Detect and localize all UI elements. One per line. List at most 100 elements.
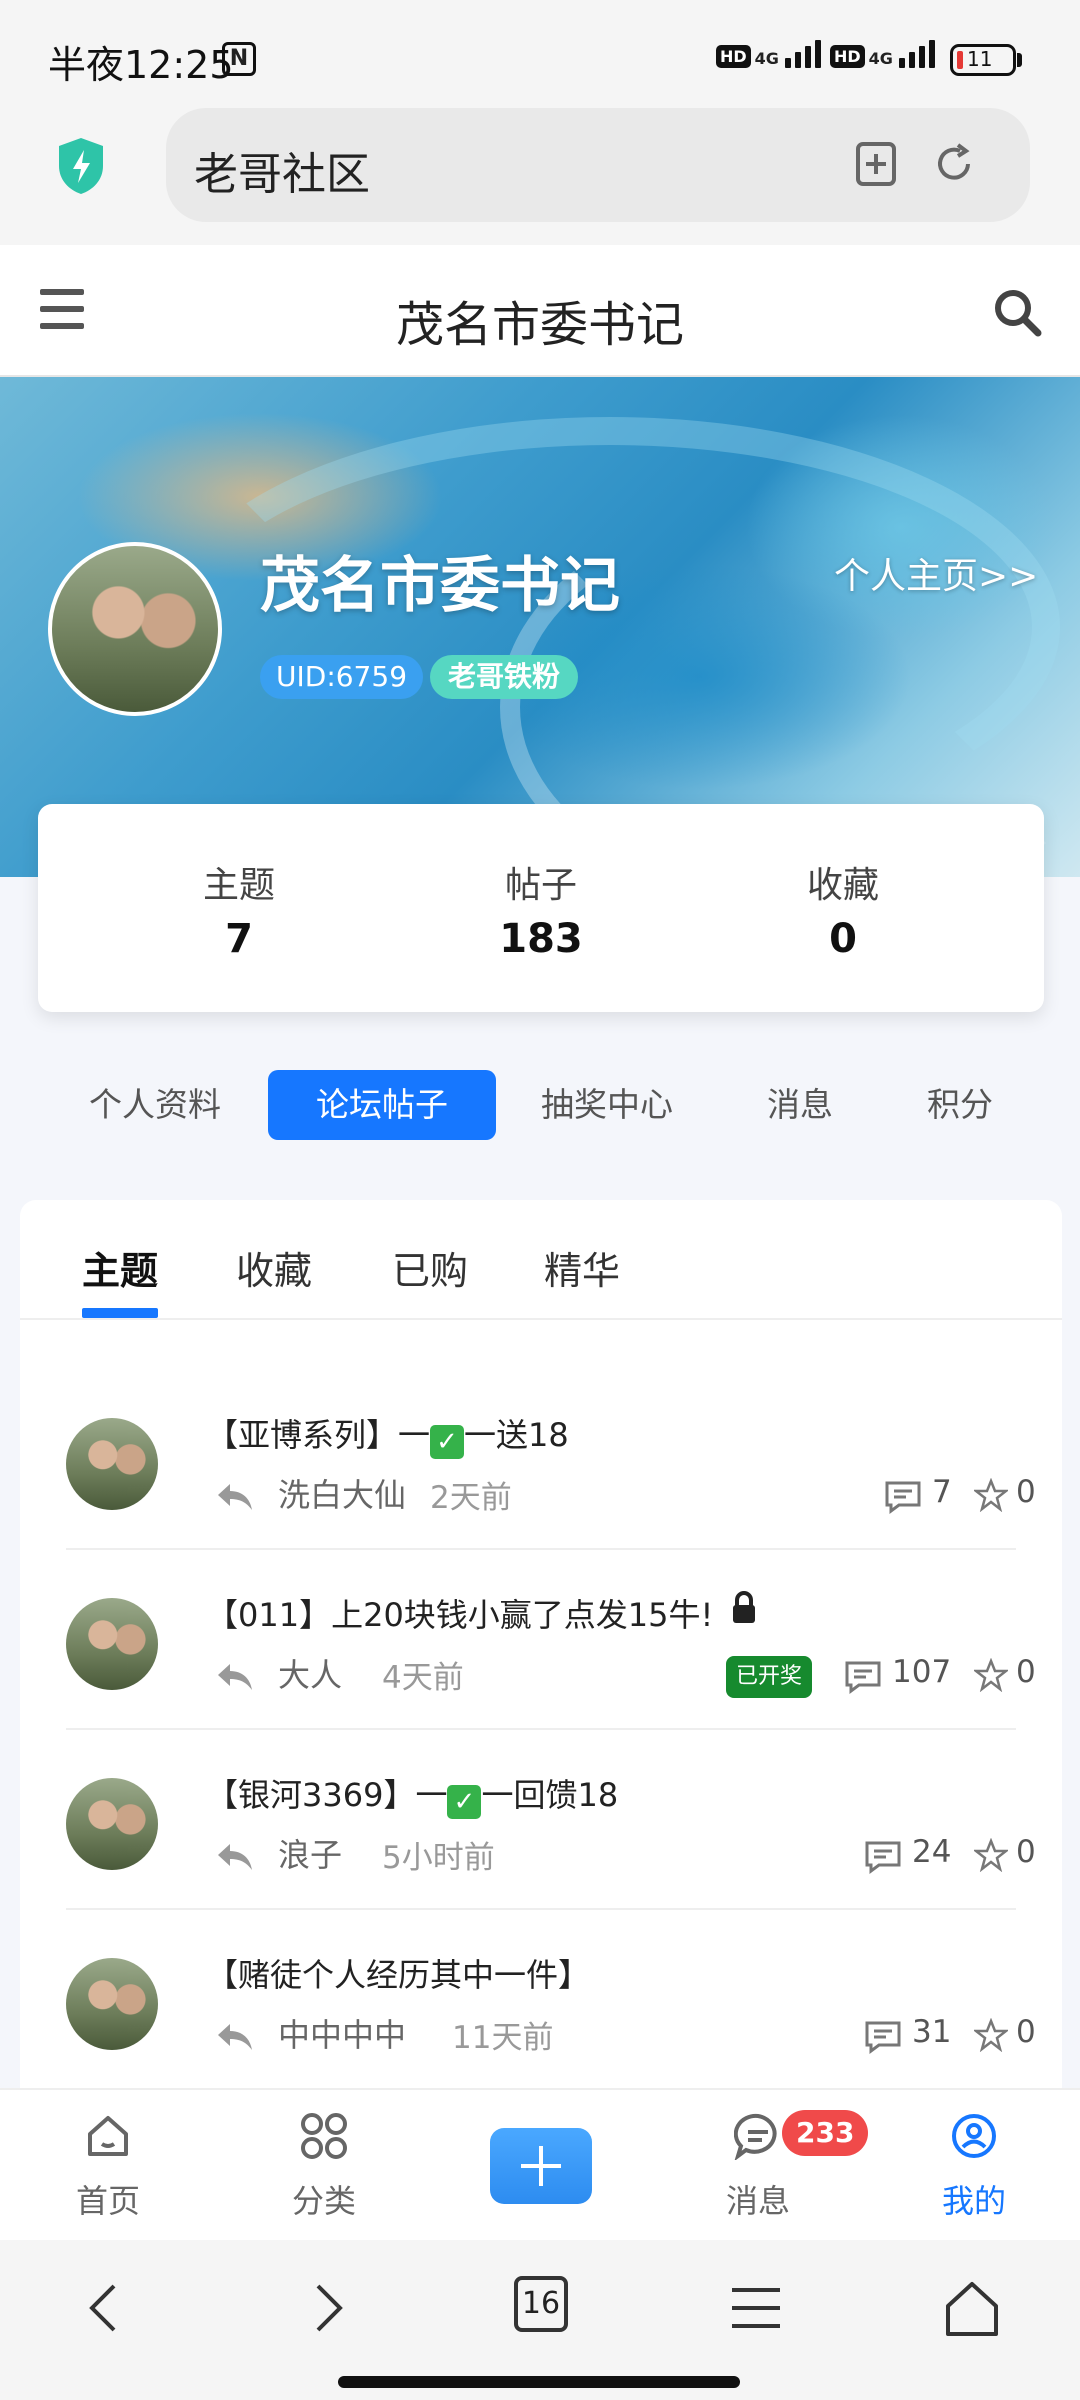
post-author[interactable]: 浪子	[278, 1830, 342, 1876]
tab-forum-posts[interactable]: 论坛帖子	[268, 1070, 496, 1140]
lock-icon	[733, 1591, 755, 1623]
bottom-tab-bar: 首页 分类 消息 233 我的	[0, 2088, 1080, 2240]
post-title[interactable]: 【亚博系列】一 ✓ 一送18	[206, 1410, 569, 1459]
star-count: 0	[1016, 1474, 1036, 1510]
status-bar: 半夜12:25 N HD 4G HD 4G 11	[0, 0, 1080, 100]
post-title[interactable]: 【银河3369】一 ✓ 一回馈18	[206, 1770, 618, 1819]
stat-topics[interactable]: 主题 7	[89, 856, 389, 962]
list-item[interactable]: 【011】上20块钱小赢了点发15牛! 大人 4天前 已开奖 107 0	[66, 1550, 1036, 1730]
tab-label: 我的	[941, 2182, 1006, 2220]
battery-level: 11	[967, 47, 993, 71]
tab-label: 分类	[291, 2182, 356, 2220]
page: 半夜12:25 N HD 4G HD 4G 11 老哥社区 茂名市委书记 茂名市…	[0, 0, 1080, 2400]
plus-icon	[521, 2146, 561, 2186]
active-tab-indicator	[82, 1308, 158, 1318]
grid-icon	[301, 2113, 347, 2159]
post-author[interactable]: 中中中中	[278, 2010, 406, 2056]
fan-level-badge: 老哥铁粉	[430, 655, 579, 699]
profile-name: 茂名市委书记	[260, 551, 620, 621]
browser-address-bar: 老哥社区	[0, 100, 1080, 245]
stat-posts[interactable]: 帖子 183	[391, 856, 691, 962]
avatar[interactable]	[66, 1598, 158, 1690]
stat-label: 帖子	[504, 865, 577, 906]
subtab-favorites[interactable]: 收藏	[236, 1240, 312, 1295]
list-item[interactable]: 【亚博系列】一 ✓ 一送18 洗白大仙 2天前 7 0	[66, 1370, 1036, 1550]
star-icon[interactable]	[974, 1478, 1008, 1512]
tab-category[interactable]: 分类	[244, 2090, 404, 2242]
status-badge: 已开奖	[726, 1656, 813, 1698]
network-type: 4G	[868, 49, 893, 68]
tab-label: 首页	[75, 2182, 140, 2220]
add-post-button[interactable]	[490, 2128, 592, 2204]
nfc-icon: N	[222, 42, 256, 76]
check-icon: ✓	[430, 1425, 465, 1459]
forum-header: 茂名市委书记	[0, 245, 1080, 377]
status-time: 半夜12:25	[48, 43, 234, 87]
chat-icon	[734, 2113, 777, 2160]
forward-icon[interactable]	[294, 2276, 358, 2340]
search-icon[interactable]	[992, 287, 1044, 339]
avatar[interactable]	[66, 1958, 158, 2050]
network-type: 4G	[754, 49, 779, 68]
tab-home[interactable]: 首页	[28, 2090, 188, 2242]
post-author[interactable]: 洗白大仙	[278, 1470, 406, 1516]
tab-profile[interactable]: 个人资料	[70, 1070, 240, 1140]
avatar[interactable]	[48, 542, 222, 716]
tab-label: 消息	[725, 2182, 790, 2220]
post-author[interactable]: 大人	[278, 1650, 342, 1696]
profile-nav-tabs: 个人资料 论坛帖子 抽奖中心 消息 积分	[0, 1070, 1080, 1140]
battery-icon: 11	[950, 44, 1016, 76]
star-count: 0	[1016, 1834, 1036, 1870]
reply-icon	[218, 1664, 252, 1690]
post-time: 11天前	[452, 2020, 554, 2056]
star-icon[interactable]	[974, 2018, 1008, 2052]
stat-favorites[interactable]: 收藏 0	[693, 856, 993, 962]
refresh-icon[interactable]	[930, 140, 978, 188]
stat-label: 收藏	[806, 865, 879, 906]
homepage-link[interactable]: 个人主页>>	[834, 547, 1038, 599]
signal-icon-sim1: HD 4G	[716, 40, 821, 68]
post-title[interactable]: 【011】上20块钱小赢了点发15牛!	[206, 1590, 713, 1636]
reply-icon	[218, 2024, 252, 2050]
star-icon[interactable]	[974, 1838, 1008, 1872]
page-title: 茂名市委书记	[395, 297, 684, 353]
stats-card: 主题 7 帖子 183 收藏 0	[38, 804, 1044, 1012]
stat-value: 0	[829, 916, 857, 962]
comment-icon	[845, 1661, 881, 1694]
comment-count: 24	[912, 1834, 952, 1870]
browser-bottom-nav: 16	[0, 2240, 1080, 2400]
list-item[interactable]: 【赌徒个人经历其中一件】 中中中中 11天前 31 0	[66, 1910, 1036, 2090]
star-icon[interactable]	[974, 1658, 1008, 1692]
profile-banner: 茂名市委书记 UID:6759 老哥铁粉 个人主页>>	[0, 377, 1080, 877]
comment-icon	[865, 1841, 901, 1874]
menu-icon[interactable]	[724, 2276, 788, 2340]
tabs-button[interactable]: 16	[514, 2276, 568, 2332]
home-indicator[interactable]	[338, 2376, 740, 2388]
tab-points[interactable]: 积分	[900, 1070, 1020, 1140]
list-item[interactable]: 【银河3369】一 ✓ 一回馈18 浪子 5小时前 24 0	[66, 1730, 1036, 1910]
url-field[interactable]: 老哥社区	[166, 108, 1030, 222]
post-time: 5小时前	[382, 1840, 495, 1876]
stat-label: 主题	[202, 865, 275, 906]
post-title[interactable]: 【赌徒个人经历其中一件】	[206, 1950, 590, 1996]
stat-value: 7	[225, 916, 253, 962]
reply-icon	[218, 1844, 252, 1870]
tab-messages[interactable]: 消息	[740, 1070, 860, 1140]
shield-icon[interactable]	[55, 136, 107, 196]
back-icon[interactable]	[74, 2276, 138, 2340]
subtab-purchased[interactable]: 已购	[392, 1240, 468, 1295]
home-icon[interactable]	[940, 2276, 1004, 2340]
check-icon: ✓	[447, 1785, 482, 1819]
subtab-topics[interactable]: 主题	[82, 1240, 158, 1295]
tab-lottery[interactable]: 抽奖中心	[522, 1070, 692, 1140]
comment-icon	[885, 1481, 921, 1514]
avatar[interactable]	[66, 1778, 158, 1870]
avatar[interactable]	[66, 1418, 158, 1510]
url-text: 老哥社区	[194, 149, 370, 200]
stat-value: 183	[499, 916, 583, 962]
tab-mine[interactable]: 我的	[894, 2090, 1054, 2242]
subtab-featured[interactable]: 精华	[544, 1240, 620, 1295]
bookmark-add-icon[interactable]	[852, 140, 900, 188]
star-count: 0	[1016, 1654, 1036, 1690]
sub-tabs: 主题 收藏 已购 精华	[20, 1200, 1062, 1320]
